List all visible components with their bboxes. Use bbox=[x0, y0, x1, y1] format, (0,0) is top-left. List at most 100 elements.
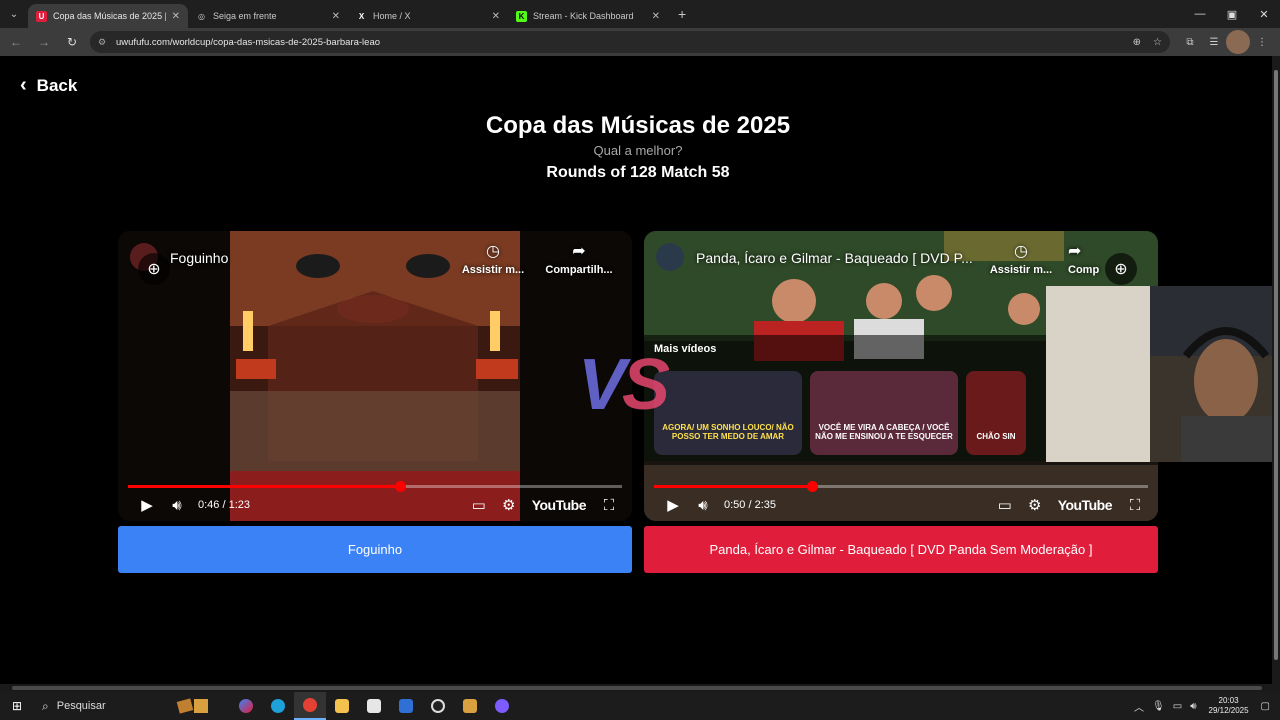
app-icon[interactable] bbox=[486, 692, 518, 720]
zoom-in-icon[interactable]: ⊕ bbox=[138, 253, 170, 285]
page-subtitle: Qual a melhor? bbox=[593, 143, 683, 158]
time-display: 0:50 / 2:35 bbox=[724, 499, 776, 511]
watch-later-button[interactable]: ◷ Assistir m... bbox=[986, 241, 1056, 276]
chevron-left-icon: ‹ bbox=[20, 74, 27, 96]
taskbar-apps bbox=[230, 692, 518, 720]
volume-icon[interactable]: 🔊︎ bbox=[688, 497, 718, 514]
vs-label: VS bbox=[578, 344, 670, 426]
settings-gear-icon[interactable]: ⚙ bbox=[494, 496, 524, 514]
choose-left-button[interactable]: Foguinho bbox=[118, 526, 632, 573]
tab-title: Copa das Músicas de 2025 | Uw bbox=[53, 11, 166, 21]
close-icon[interactable]: ✕ bbox=[332, 11, 340, 22]
new-tab-plus-icon[interactable]: + bbox=[678, 6, 686, 22]
zoom-in-icon[interactable]: ⊕ bbox=[1105, 253, 1137, 285]
share-button[interactable]: ➦ Compartilh... bbox=[544, 241, 614, 276]
progress-bar[interactable] bbox=[128, 481, 622, 492]
volume-icon[interactable]: 🔊︎ bbox=[162, 497, 192, 514]
notifications-icon[interactable]: ▢ bbox=[1261, 701, 1270, 712]
clock-icon: ◷ bbox=[1014, 243, 1028, 260]
more-video-card[interactable]: AGORA/ UM SONHO LOUCO/ NÃO POSSO TER MED… bbox=[654, 371, 802, 455]
extensions-icon[interactable]: ⧉ bbox=[1178, 30, 1202, 54]
tab-kick[interactable]: K Stream - Kick Dashboard ✕ bbox=[508, 4, 668, 28]
mail-icon[interactable] bbox=[390, 692, 422, 720]
store-icon[interactable] bbox=[358, 692, 390, 720]
tab-seiga[interactable]: ◎ Seiga em frente ✕ bbox=[188, 4, 348, 28]
site-info-icon[interactable]: ⚙ bbox=[98, 36, 110, 48]
progress-fill bbox=[128, 485, 400, 488]
system-tray: ︿ 🎙︎ ▭ 🔊︎ 20:03 29/12/2025 ▢ bbox=[1130, 692, 1280, 720]
back-arrow-icon[interactable]: ← bbox=[4, 30, 28, 54]
clock-icon: ◷ bbox=[486, 243, 500, 260]
captions-icon[interactable]: ▭ bbox=[990, 496, 1020, 514]
watch-later-button[interactable]: ◷ Assistir m... bbox=[458, 241, 528, 276]
tab-uwufufu[interactable]: U Copa das Músicas de 2025 | Uw ✕ bbox=[28, 4, 188, 28]
player-controls: ▶ 🔊︎ 0:50 / 2:35 ▭ ⚙ YouTube ⛶ bbox=[644, 493, 1158, 517]
vertical-scrollbar[interactable] bbox=[1272, 56, 1280, 684]
channel-avatar[interactable] bbox=[656, 243, 684, 271]
webcam-overlay bbox=[1046, 286, 1280, 462]
horizontal-scrollbar[interactable] bbox=[0, 684, 1280, 692]
youtube-logo[interactable]: YouTube bbox=[532, 497, 587, 513]
close-icon[interactable]: ✕ bbox=[172, 11, 180, 22]
fullscreen-icon[interactable]: ⛶ bbox=[1120, 497, 1150, 514]
video-title[interactable]: Panda, Ícaro e Gilmar - Baqueado [ DVD P… bbox=[696, 250, 973, 266]
more-video-card[interactable]: CHÃO SIN bbox=[966, 371, 1026, 455]
uwufufu-favicon-icon: U bbox=[36, 10, 47, 22]
minimize-icon[interactable]: — bbox=[1184, 0, 1216, 28]
more-video-card[interactable]: VOCÊ ME VIRA A CABEÇA / VOCÊ NÃO ME ENSI… bbox=[810, 371, 958, 455]
tab-title: Seiga em frente bbox=[213, 11, 277, 21]
obs-icon[interactable] bbox=[422, 692, 454, 720]
forward-arrow-icon[interactable]: → bbox=[32, 30, 56, 54]
search-highlight-icon bbox=[176, 698, 208, 714]
close-window-icon[interactable]: ✕ bbox=[1248, 0, 1280, 28]
choose-right-button[interactable]: Panda, Ícaro e Gilmar - Baqueado [ DVD P… bbox=[644, 526, 1158, 573]
taskbar-search[interactable]: ⌕ Pesquisar bbox=[34, 692, 220, 720]
more-video-caption: CHÃO SIN bbox=[976, 432, 1016, 441]
zoom-icon[interactable]: ⊕ bbox=[1133, 37, 1141, 48]
network-icon[interactable]: ▭ bbox=[1173, 701, 1182, 712]
chevron-up-icon[interactable]: ︿ bbox=[1134, 699, 1144, 714]
clock[interactable]: 20:03 29/12/2025 bbox=[1209, 696, 1249, 716]
tab-search-list-icon[interactable]: ☰ bbox=[1202, 30, 1226, 54]
video-title[interactable]: Foguinho bbox=[170, 250, 228, 266]
video-player-left[interactable]: ⊕ Foguinho ◷ Assistir m... ➦ Compartilh.… bbox=[118, 231, 632, 521]
streamlabs-icon[interactable] bbox=[454, 692, 486, 720]
tab-search-icon[interactable]: ⌄ bbox=[0, 0, 28, 28]
progress-knob[interactable] bbox=[807, 481, 819, 492]
clock-time: 20:03 bbox=[1218, 696, 1239, 705]
bookmark-star-icon[interactable]: ☆ bbox=[1153, 37, 1162, 48]
fullscreen-icon[interactable]: ⛶ bbox=[594, 497, 624, 514]
back-label: Back bbox=[36, 75, 78, 95]
watch-later-label: Assistir m... bbox=[461, 264, 525, 276]
settings-gear-icon[interactable]: ⚙ bbox=[1020, 496, 1050, 514]
windows-start-icon[interactable]: ⊞ bbox=[0, 692, 34, 720]
edge-icon[interactable] bbox=[262, 692, 294, 720]
copilot-icon[interactable] bbox=[230, 692, 262, 720]
tab-x[interactable]: X Home / X ✕ bbox=[348, 4, 508, 28]
profile-avatar[interactable] bbox=[1226, 30, 1250, 54]
play-icon[interactable]: ▶ bbox=[132, 496, 162, 514]
back-button[interactable]: ‹ Back bbox=[20, 74, 77, 97]
captions-icon[interactable]: ▭ bbox=[464, 496, 494, 514]
share-button[interactable]: ➦ Comp bbox=[1068, 241, 1108, 276]
close-icon[interactable]: ✕ bbox=[652, 11, 660, 22]
close-icon[interactable]: ✕ bbox=[492, 11, 500, 22]
progress-knob[interactable] bbox=[394, 481, 406, 492]
microphone-icon[interactable]: 🎙︎ bbox=[1152, 701, 1165, 712]
round-info: Rounds of 128 Match 58 bbox=[546, 164, 730, 181]
maximize-icon[interactable]: ▣ bbox=[1216, 0, 1248, 28]
progress-bar[interactable] bbox=[654, 481, 1148, 492]
share-label: Comp bbox=[1068, 264, 1100, 276]
chrome-icon[interactable] bbox=[294, 692, 326, 720]
url-field[interactable]: ⚙ uwufufu.com/worldcup/copa-das-msicas-d… bbox=[90, 31, 1170, 53]
file-explorer-icon[interactable] bbox=[326, 692, 358, 720]
youtube-logo[interactable]: YouTube bbox=[1058, 497, 1113, 513]
volume-icon[interactable]: 🔊︎ bbox=[1190, 701, 1196, 712]
watch-later-label: Assistir m... bbox=[989, 264, 1053, 276]
kick-favicon-icon: K bbox=[516, 10, 527, 22]
time-display: 0:46 / 1:23 bbox=[198, 499, 250, 511]
reload-icon[interactable]: ↻ bbox=[60, 30, 84, 54]
play-icon[interactable]: ▶ bbox=[658, 496, 688, 514]
tab-bar: ⌄ U Copa das Músicas de 2025 | Uw ✕ ◎ Se… bbox=[0, 0, 1280, 28]
more-menu-icon[interactable]: ⋮ bbox=[1250, 30, 1274, 54]
